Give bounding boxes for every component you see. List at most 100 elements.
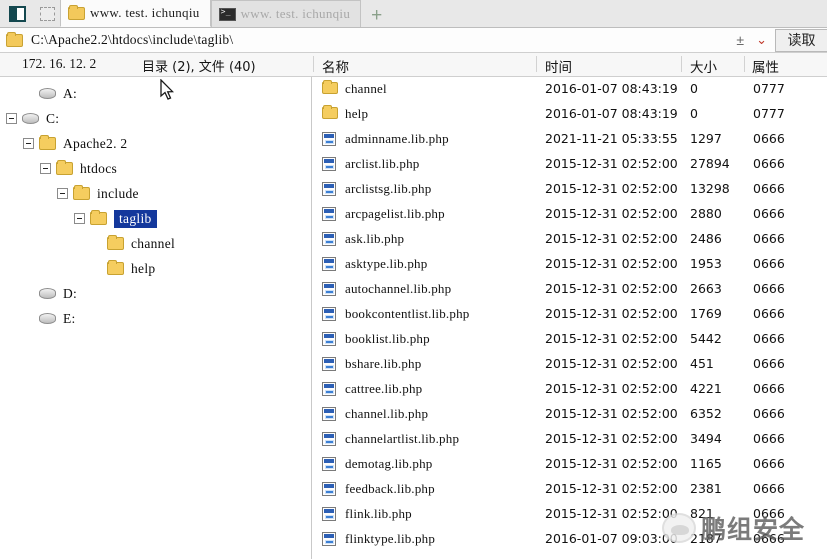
tree-collapse-toggle[interactable] — [40, 163, 51, 174]
tree-item[interactable]: help — [0, 256, 311, 281]
tree-collapse-toggle[interactable] — [57, 188, 68, 199]
header-size[interactable]: 大小 — [690, 56, 717, 76]
file-list-row[interactable]: channelartlist.lib.php 2015-12-31 02:52:0… — [313, 427, 827, 452]
php-file-icon — [322, 407, 336, 421]
file-size: 13298 — [690, 181, 730, 196]
file-time: 2016-01-07 09:03:00 — [545, 531, 678, 546]
tree-item[interactable]: channel — [0, 231, 311, 256]
file-size: 0 — [690, 81, 698, 96]
file-attr: 0666 — [753, 131, 785, 146]
drive-icon — [39, 313, 56, 324]
header-time[interactable]: 时间 — [545, 56, 572, 76]
tab-label: www. test. ichunqiu — [90, 5, 200, 20]
file-attr: 0666 — [753, 356, 785, 371]
file-name: booklist.lib.php — [345, 331, 430, 346]
folder-icon — [56, 160, 73, 175]
tree-item[interactable]: A: — [0, 81, 311, 106]
window-restore-button[interactable] — [4, 2, 30, 26]
file-list-row[interactable]: flink.lib.php 2015-12-31 02:52:00 821 0666 — [313, 502, 827, 527]
file-attr: 0666 — [753, 256, 785, 271]
file-list-row[interactable]: flinktype.lib.php 2016-01-07 09:03:00 2187… — [313, 527, 827, 552]
file-name: bookcontentlist.lib.php — [345, 306, 470, 321]
file-list[interactable]: channel 2016-01-07 08:43:19 0 0777 help 2016-… — [313, 77, 827, 559]
file-list-row[interactable]: asktype.lib.php 2015-12-31 02:52:00 1953 06… — [313, 252, 827, 277]
tree-collapse-toggle[interactable] — [6, 113, 17, 124]
file-list-row[interactable]: booklist.lib.php 2015-12-31 02:52:00 5442 0… — [313, 327, 827, 352]
tree-item[interactable]: htdocs — [0, 156, 311, 181]
file-list-row[interactable]: channel 2016-01-07 08:43:19 0 0777 — [313, 77, 827, 102]
file-size: 1297 — [690, 131, 722, 146]
marquee-select-icon — [39, 7, 55, 21]
php-file-icon — [322, 332, 336, 346]
directory-tree[interactable]: A: C: Apache2. 2 htdocs include taglib channel… — [0, 77, 312, 559]
tab-bar: www. test. ichunqiu www. test. ichunqiu … — [0, 0, 827, 28]
file-attr: 0666 — [753, 431, 785, 446]
header-attr[interactable]: 属性 — [752, 56, 779, 76]
file-attr: 0666 — [753, 506, 785, 521]
file-list-row[interactable]: ask.lib.php 2015-12-31 02:52:00 2486 0666 — [313, 227, 827, 252]
file-attr: 0666 — [753, 306, 785, 321]
tree-item[interactable]: C: — [0, 106, 311, 131]
header-separator — [744, 56, 745, 72]
file-list-row[interactable]: demotag.lib.php 2015-12-31 02:52:00 1165 06… — [313, 452, 827, 477]
tree-collapse-toggle[interactable] — [23, 138, 34, 149]
folder-icon — [107, 260, 124, 275]
file-list-row[interactable]: feedback.lib.php 2015-12-31 02:52:00 2381 0… — [313, 477, 827, 502]
read-button[interactable]: 读取 — [775, 28, 827, 52]
tree-item[interactable]: include — [0, 181, 311, 206]
drive-icon — [39, 288, 56, 299]
file-time: 2015-12-31 02:52:00 — [545, 256, 678, 271]
file-time: 2015-12-31 02:52:00 — [545, 231, 678, 246]
php-file-icon — [322, 257, 336, 271]
tree-item[interactable]: taglib — [0, 206, 311, 231]
path-input[interactable]: C:\Apache2.2\htdocs\include\taglib\ — [31, 32, 736, 48]
file-size: 1165 — [690, 456, 722, 471]
chevron-down-icon[interactable]: ⌄ — [756, 32, 767, 48]
tab-www-test-ichunqiu-shell[interactable]: www. test. ichunqiu — [210, 0, 362, 27]
path-bar: C:\Apache2.2\htdocs\include\taglib\ ± ⌄ … — [0, 28, 827, 53]
tree-item[interactable]: E: — [0, 306, 311, 331]
file-name: adminname.lib.php — [345, 131, 449, 146]
file-attr: 0666 — [753, 281, 785, 296]
tree-item-label: C: — [46, 110, 60, 126]
tree-item-label: channel — [131, 235, 176, 251]
file-attr: 0666 — [753, 231, 785, 246]
file-time: 2015-12-31 02:52:00 — [545, 456, 678, 471]
php-file-icon — [322, 357, 336, 371]
file-list-row[interactable]: help 2016-01-07 08:43:19 0 0777 — [313, 102, 827, 127]
folder-icon — [322, 80, 338, 94]
tab-www-test-ichunqiu-files[interactable]: www. test. ichunqiu — [60, 0, 211, 27]
file-time: 2016-01-07 08:43:19 — [545, 106, 678, 121]
marquee-select-button[interactable] — [34, 2, 60, 26]
file-time: 2021-11-21 05:33:55 — [545, 131, 678, 146]
file-time: 2015-12-31 02:52:00 — [545, 181, 678, 196]
tree-item-label: taglib — [114, 209, 157, 228]
file-list-row[interactable]: arclist.lib.php 2015-12-31 02:52:00 27894 0… — [313, 152, 827, 177]
file-list-row[interactable]: autochannel.lib.php 2015-12-31 02:52:00 26… — [313, 277, 827, 302]
file-list-row[interactable]: arcpagelist.lib.php 2015-12-31 02:52:00 28… — [313, 202, 827, 227]
php-file-icon — [322, 182, 336, 196]
file-manager-window: www. test. ichunqiu www. test. ichunqiu … — [0, 0, 827, 559]
file-time: 2015-12-31 02:52:00 — [545, 156, 678, 171]
file-size: 27894 — [690, 156, 730, 171]
file-list-row[interactable]: bookcontentlist.lib.php 2015-12-31 02:52:… — [313, 302, 827, 327]
plus-minus-icon[interactable]: ± — [736, 32, 744, 48]
file-attr: 0666 — [753, 206, 785, 221]
file-attr: 0666 — [753, 531, 785, 546]
file-list-row[interactable]: cattree.lib.php 2015-12-31 02:52:00 4221 06… — [313, 377, 827, 402]
file-list-row[interactable]: adminname.lib.php 2021-11-21 05:33:55 1297… — [313, 127, 827, 152]
file-list-row[interactable]: channel.lib.php 2015-12-31 02:52:00 6352 06… — [313, 402, 827, 427]
new-tab-button[interactable]: + — [371, 6, 382, 25]
window-restore-icon — [8, 6, 26, 22]
tree-item[interactable]: D: — [0, 281, 311, 306]
php-file-icon — [322, 382, 336, 396]
tree-collapse-toggle[interactable] — [74, 213, 85, 224]
tree-item[interactable]: Apache2. 2 — [0, 131, 311, 156]
file-size: 2663 — [690, 281, 722, 296]
file-list-row[interactable]: bshare.lib.php 2015-12-31 02:52:00 451 0666 — [313, 352, 827, 377]
file-name: channel — [345, 81, 387, 96]
header-name[interactable]: 名称 — [322, 56, 349, 76]
file-name: arcpagelist.lib.php — [345, 206, 445, 221]
file-list-row[interactable]: arclistsg.lib.php 2015-12-31 02:52:00 1329… — [313, 177, 827, 202]
file-size: 4221 — [690, 381, 722, 396]
